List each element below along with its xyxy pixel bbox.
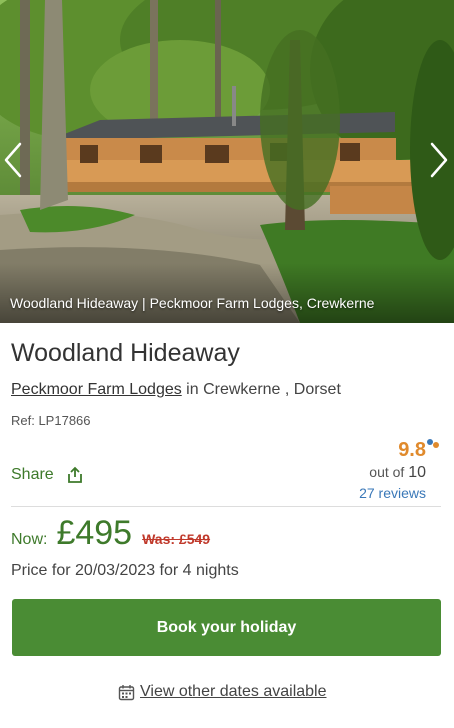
chevron-left-icon [4, 142, 22, 178]
was-price: Was: £549 [142, 531, 211, 547]
property-ref: Ref: LP17866 [11, 413, 91, 428]
chevron-right-icon [430, 142, 448, 178]
rating-out-of-prefix: out of [369, 464, 409, 480]
hero-image-carousel[interactable]: Woodland Hideaway | Peckmoor Farm Lodges… [0, 0, 454, 323]
property-title: Woodland Hideaway [11, 339, 240, 367]
price-row: Now: £495 Was: £549 [11, 514, 210, 553]
caption-shade [0, 263, 454, 323]
calendar-icon [118, 684, 135, 700]
other-dates-label: View other dates available [140, 683, 327, 700]
rating-out-of: out of 10 [306, 464, 426, 482]
now-label: Now: [11, 531, 48, 548]
other-dates-link[interactable]: View other dates available [118, 683, 327, 701]
now-price: £495 [56, 514, 133, 552]
share-button[interactable]: Share [11, 466, 84, 484]
hero-caption: Woodland Hideaway | Peckmoor Farm Lodges… [10, 295, 375, 311]
share-icon [67, 466, 82, 483]
price-note: Price for 20/03/2023 for 4 nights [11, 562, 239, 579]
reviews-link[interactable]: 27 reviews [306, 485, 426, 501]
book-holiday-button[interactable]: Book your holiday [12, 599, 441, 656]
location-text: in Crewkerne , Dorset [181, 381, 341, 398]
rating-bubbles-icon [427, 439, 439, 448]
share-label: Share [11, 466, 54, 483]
rating-out-of-value: 10 [408, 464, 426, 481]
carousel-prev-button[interactable] [2, 140, 24, 180]
carousel-next-button[interactable] [428, 140, 450, 180]
divider [11, 506, 441, 507]
property-location: Peckmoor Farm Lodges in Crewkerne , Dors… [11, 381, 341, 399]
rating-block: 9.8 out of 10 27 reviews [306, 439, 439, 501]
rating-score: 9.8 [398, 439, 426, 461]
park-link[interactable]: Peckmoor Farm Lodges [11, 381, 182, 398]
